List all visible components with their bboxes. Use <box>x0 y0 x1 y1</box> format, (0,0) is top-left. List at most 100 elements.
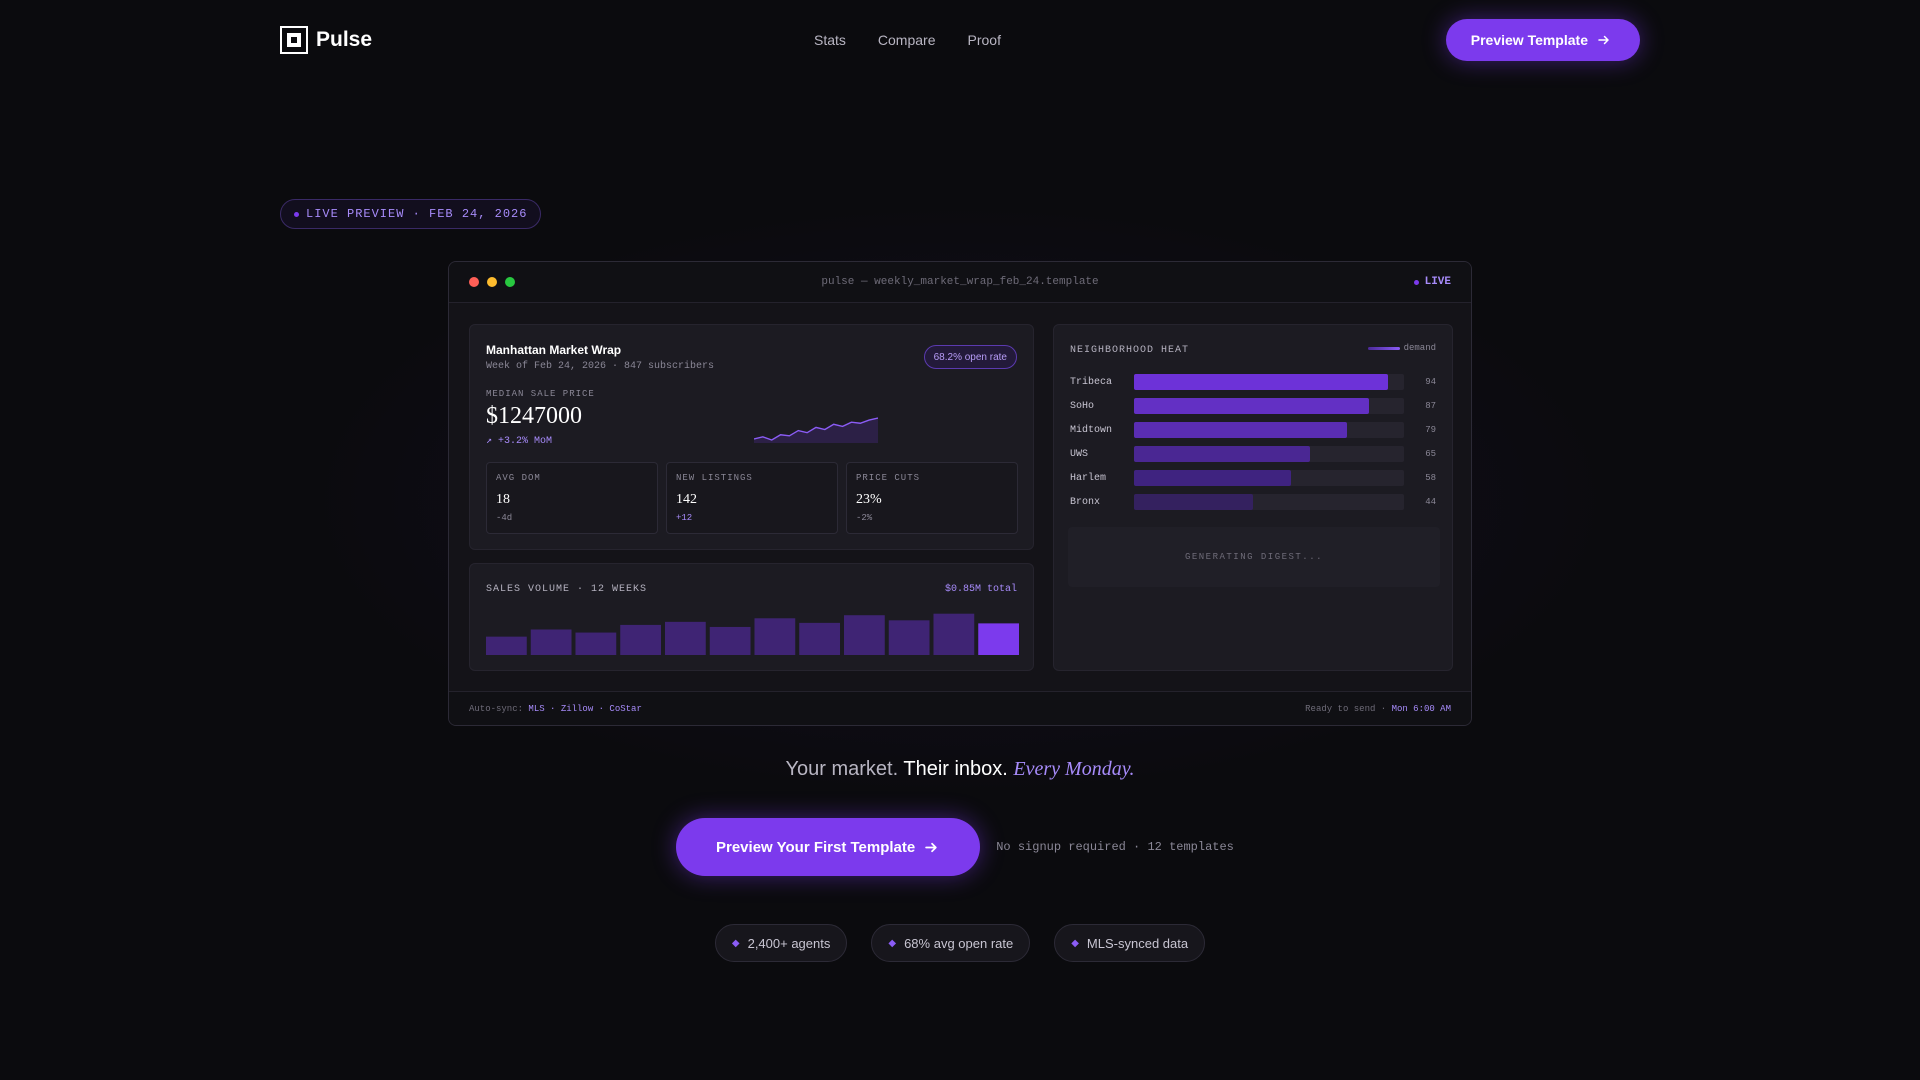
volume-bar <box>709 626 751 655</box>
sparkle-icon: ◆ <box>731 937 740 949</box>
stat-value: 142 <box>676 492 697 507</box>
nav-links: Stats Compare Proof <box>814 32 1001 48</box>
sparkle-icon: ◆ <box>888 937 897 949</box>
heat-row: UWS 65 <box>1070 446 1436 462</box>
chip-agents: ◆ 2,400+ agents <box>714 924 848 962</box>
tagline-part-1: Your market. <box>785 758 899 780</box>
volume-bar <box>486 636 527 655</box>
chip-label: 68% avg open rate <box>904 935 1014 951</box>
sales-volume-bars <box>486 613 1019 655</box>
chip-open-rate: ◆ 68% avg open rate <box>871 924 1031 962</box>
heat-track <box>1134 398 1404 414</box>
chip-label: MLS-synced data <box>1086 935 1189 951</box>
heat-row-value: 87 <box>1425 401 1436 411</box>
window-title: pulse — weekly_market_wrap_feb_24.templa… <box>821 276 1099 288</box>
brand[interactable]: Pulse <box>280 26 372 54</box>
heat-track <box>1134 494 1404 510</box>
heat-row-name: Midtown <box>1070 424 1113 436</box>
volume-bar <box>978 623 1019 655</box>
sales-volume-panel: SALES VOLUME · 12 WEEKS $0.85M total <box>469 563 1034 671</box>
heat-track <box>1134 422 1404 438</box>
heat-legend: demand <box>1367 343 1436 353</box>
volume-bar <box>620 624 661 655</box>
chip-mls: ◆ MLS-synced data <box>1054 924 1206 962</box>
tagline-part-2: Their inbox. <box>903 758 1008 780</box>
stat-card-price-cuts: PRICE CUTS 23% -2% <box>846 462 1018 534</box>
preview-first-template-label: Preview Your First Template <box>716 838 916 856</box>
heat-row: Bronx 44 <box>1070 494 1436 510</box>
volume-bar <box>844 615 885 655</box>
preview-template-label: Preview Template <box>1470 32 1588 48</box>
live-preview-pill: LIVE PREVIEW · FEB 24, 2026 <box>280 199 542 229</box>
median-price-value: $1247000 <box>486 403 582 429</box>
digest-status: GENERATING DIGEST... <box>1068 527 1440 587</box>
stat-delta: -2% <box>856 513 873 523</box>
live-dot-icon <box>294 211 299 217</box>
pulse-logo-icon <box>280 26 308 54</box>
tagline-part-3: Every Monday. <box>1013 758 1135 780</box>
volume-bar <box>665 621 706 655</box>
nav-link-proof[interactable]: Proof <box>968 32 1001 48</box>
preview-template-button[interactable]: Preview Template <box>1445 19 1640 61</box>
ready-time: Mon 6:00 AM <box>1391 703 1451 714</box>
market-subtitle: Week of Feb 24, 2026 · 847 subscribers <box>486 361 715 372</box>
stat-delta: +12 <box>676 513 693 523</box>
brand-name: Pulse <box>316 28 373 51</box>
heat-track <box>1134 446 1404 462</box>
arrow-right-icon <box>1598 35 1609 45</box>
live-preview-label: LIVE PREVIEW · FEB 24, 2026 <box>306 207 528 221</box>
arrow-right-icon <box>925 842 937 852</box>
heat-row-value: 44 <box>1425 497 1436 507</box>
sales-volume-title: SALES VOLUME · 12 WEEKS <box>486 584 648 595</box>
stat-delta: -4d <box>496 513 513 523</box>
proof-chips: ◆ 2,400+ agents ◆ 68% avg open rate ◆ ML… <box>0 924 1920 962</box>
stat-card-avg-dom: AVG DOM 18 -4d <box>486 462 658 534</box>
volume-bar <box>754 618 796 655</box>
volume-bar <box>888 620 930 655</box>
preview-window: pulse — weekly_market_wrap_feb_24.templa… <box>448 261 1472 726</box>
heat-row-name: Harlem <box>1070 472 1107 484</box>
volume-bar <box>799 622 840 655</box>
stat-label: NEW LISTINGS <box>676 473 753 483</box>
stat-card-new-listings: NEW LISTINGS 142 +12 <box>666 462 838 534</box>
stat-label: AVG DOM <box>496 473 541 483</box>
auto-sync-prefix: Auto-sync: <box>469 703 524 714</box>
volume-bar <box>530 629 572 655</box>
nav-link-stats[interactable]: Stats <box>814 32 846 48</box>
volume-bar <box>575 632 617 655</box>
stat-label: PRICE CUTS <box>856 473 921 483</box>
heat-track <box>1134 374 1404 390</box>
heat-row-name: SoHo <box>1070 400 1095 412</box>
heat-bar <box>1134 446 1310 462</box>
auto-sync-info: Auto-sync: MLS · Zillow · CoStar <box>469 704 642 714</box>
heat-track <box>1134 470 1404 486</box>
volume-bar <box>933 613 975 655</box>
preview-first-template-button[interactable]: Preview Your First Template <box>676 818 981 876</box>
top-nav: Pulse Stats Compare Proof Preview Templa… <box>280 18 1640 62</box>
heat-row: SoHo 87 <box>1070 398 1436 414</box>
heat-row-name: Bronx <box>1070 496 1101 508</box>
window-footer: Auto-sync: MLS · Zillow · CoStar Ready t… <box>449 691 1471 725</box>
nav-link-compare[interactable]: Compare <box>878 32 936 48</box>
heat-row: Tribeca 94 <box>1070 374 1436 390</box>
neighborhood-heat-panel: NEIGHBORHOOD HEAT demand GENERATING DIGE… <box>1053 324 1453 671</box>
stat-value: 18 <box>496 492 510 507</box>
open-rate-badge: 68.2% open rate <box>923 345 1017 369</box>
median-price-label: MEDIAN SALE PRICE <box>486 389 595 399</box>
heat-row: Harlem 58 <box>1070 470 1436 486</box>
heat-bar <box>1134 494 1253 510</box>
ready-prefix: Ready to send · <box>1305 703 1387 714</box>
legend-swatch <box>1367 346 1400 350</box>
heat-bar <box>1134 398 1369 414</box>
heat-row-value: 94 <box>1425 377 1436 387</box>
chip-label: 2,400+ agents <box>747 935 831 951</box>
heat-bar <box>1134 422 1348 438</box>
heat-row-name: Tribeca <box>1070 376 1113 388</box>
heat-row: Midtown 79 <box>1070 422 1436 438</box>
live-dot-icon <box>1413 279 1419 285</box>
median-price-change: ↗ +3.2% MoM <box>486 436 553 447</box>
legend-label: demand <box>1403 343 1436 353</box>
heat-row-name: UWS <box>1070 448 1089 460</box>
stat-value: 23% <box>856 492 882 507</box>
cta-row: Preview Your First Template No signup re… <box>676 818 1234 876</box>
